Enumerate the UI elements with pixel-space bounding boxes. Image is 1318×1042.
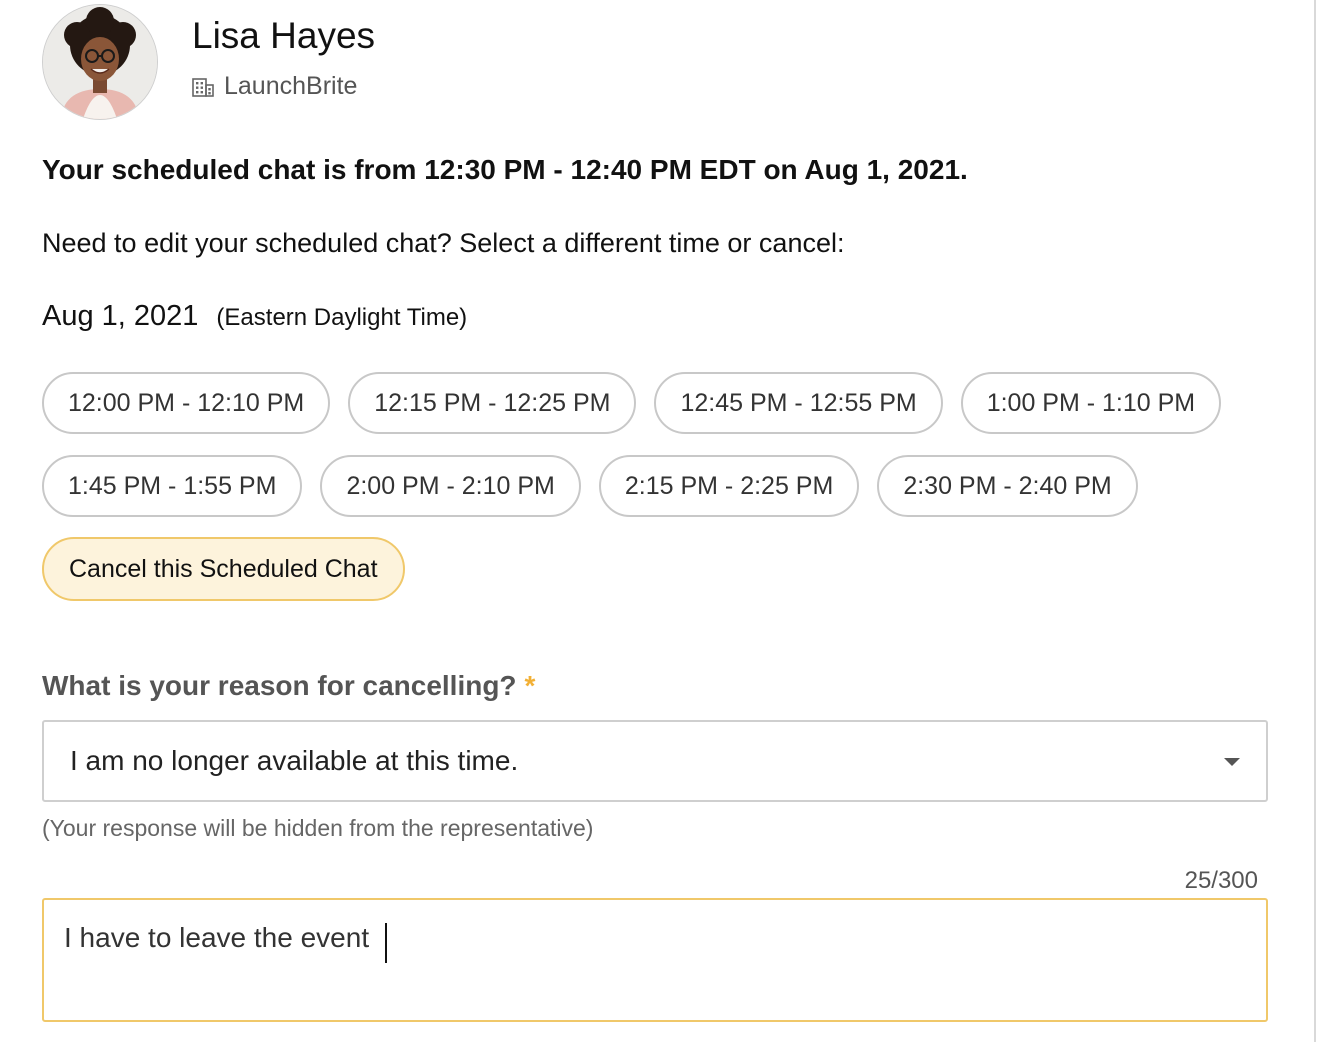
timezone-label: (Eastern Daylight Time) [216, 304, 468, 331]
rep-profile: Lisa Hayes LaunchBrite [42, 4, 375, 120]
time-slot-button[interactable]: 12:00 PM - 12:10 PM [42, 372, 331, 434]
character-counter: 25/300 [1184, 867, 1258, 894]
rep-name: Lisa Hayes [192, 15, 376, 56]
cancel-comment-textarea[interactable]: I have to leave the event [42, 898, 1268, 1022]
time-slot-button[interactable]: 12:45 PM - 12:55 PM [654, 372, 943, 434]
building-icon [192, 76, 214, 98]
time-slot-button[interactable]: 2:00 PM - 2:10 PM [320, 455, 581, 517]
cancel-reason-label: What is your reason for cancelling? * [42, 670, 535, 702]
cancel-reason-select[interactable]: I am no longer available at this time. [42, 720, 1268, 802]
chevron-down-icon [1224, 758, 1240, 766]
cancel-chat-button[interactable]: Cancel this Scheduled Chat [42, 537, 405, 601]
time-slots-row-2: 1:45 PM - 1:55 PM 2:00 PM - 2:10 PM 2:15… [42, 455, 1138, 517]
comment-text-value: I have to leave the event [64, 922, 377, 953]
text-caret [384, 922, 387, 963]
avatar [42, 4, 158, 120]
cancel-reason-label-text: What is your reason for cancelling? [42, 670, 517, 701]
time-slot-button[interactable]: 12:15 PM - 12:25 PM [348, 372, 637, 434]
schedule-confirmation: Your scheduled chat is from 12:30 PM - 1… [42, 154, 968, 185]
schedule-date: Aug 1, 2021 [42, 300, 199, 332]
company-row: LaunchBrite [192, 72, 375, 101]
cancel-reason-selected-value: I am no longer available at this time. [70, 745, 519, 776]
date-heading: Aug 1, 2021 (Eastern Daylight Time) [42, 300, 467, 333]
time-slot-button[interactable]: 2:30 PM - 2:40 PM [877, 455, 1138, 517]
company-name: LaunchBrite [224, 72, 358, 100]
page-edge-divider [1314, 0, 1316, 1042]
privacy-hint: (Your response will be hidden from the r… [42, 815, 594, 841]
time-slot-button[interactable]: 1:45 PM - 1:55 PM [42, 455, 303, 517]
time-slot-button[interactable]: 1:00 PM - 1:10 PM [960, 372, 1222, 434]
required-marker: * [524, 670, 536, 701]
time-slots-row-1: 12:00 PM - 12:10 PM 12:15 PM - 12:25 PM … [42, 372, 1222, 434]
edit-prompt: Need to edit your scheduled chat? Select… [42, 228, 845, 258]
time-slot-button[interactable]: 2:15 PM - 2:25 PM [598, 455, 860, 517]
